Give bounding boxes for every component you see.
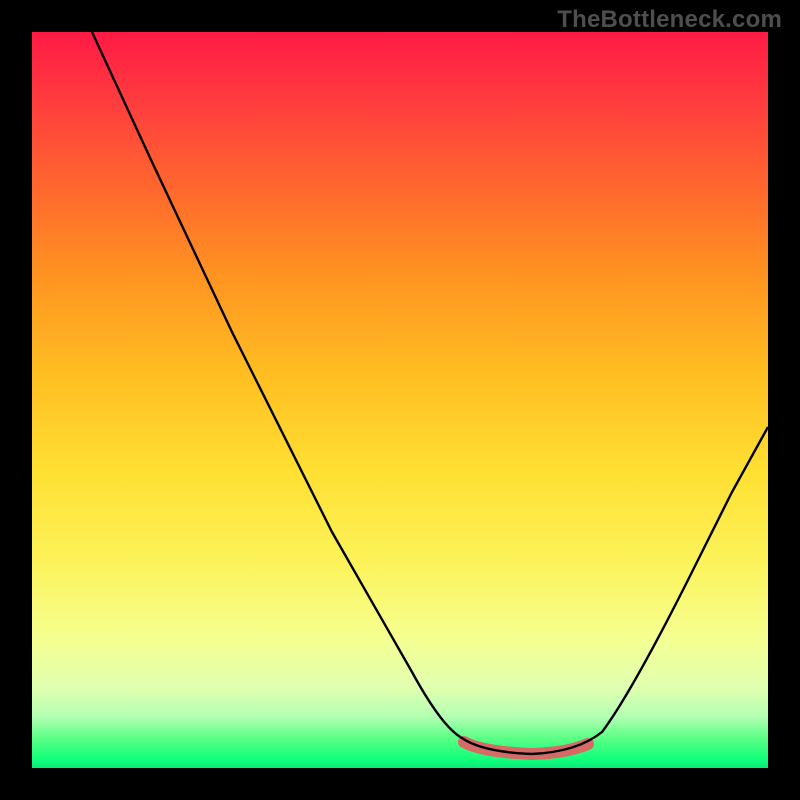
chart-frame: TheBottleneck.com — [0, 0, 800, 800]
curve-svg — [32, 32, 768, 768]
bottleneck-curve — [92, 32, 768, 754]
watermark-label: TheBottleneck.com — [557, 6, 782, 34]
plot-area — [32, 32, 768, 768]
